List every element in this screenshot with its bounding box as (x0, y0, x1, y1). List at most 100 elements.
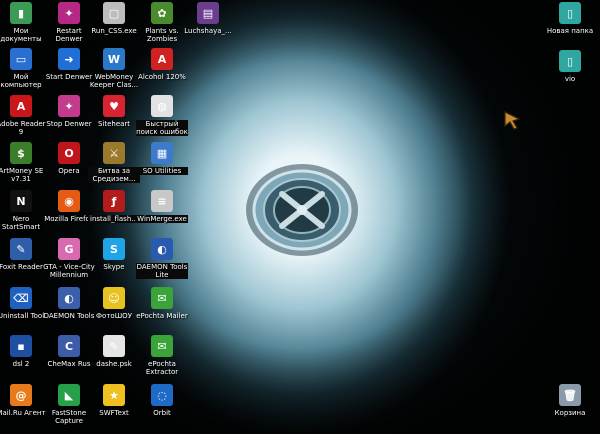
app-icon: ▯ (559, 2, 581, 24)
desktop-icon[interactable]: ▮ Мои документы (0, 2, 47, 43)
desktop-icon[interactable]: 🗑 Корзина (544, 384, 596, 417)
desktop-icon[interactable]: ≡ WinMerge.exe (136, 190, 188, 223)
desktop-icon[interactable]: ♥ Siteheart (88, 95, 140, 128)
desktop-icon[interactable]: ✿ Plants vs. Zombies (136, 2, 188, 43)
desktop-icon-label: Alcohol 120% (138, 73, 186, 81)
desktop-icon-label: dashe.psk (96, 360, 132, 368)
desktop-icon[interactable]: ▯ Новая папка (544, 2, 596, 35)
app-icon: ☺ (103, 287, 125, 309)
app-icon: ▯ (559, 50, 581, 72)
desktop-icon[interactable]: S Skype (88, 238, 140, 271)
app-icon: ✦ (58, 2, 80, 24)
app-icon: ✎ (10, 238, 32, 260)
desktop-icon[interactable]: N Nero StartSmart (0, 190, 47, 231)
desktop-icon-label: DAEMON Tools Lite (136, 263, 188, 279)
app-icon: ➜ (58, 48, 80, 70)
desktop-icon-label: SWFText (99, 409, 129, 417)
desktop-icon[interactable]: ★ SWFText (88, 384, 140, 417)
desktop-icon[interactable]: A Adobe Reader 9 (0, 95, 47, 136)
app-icon: 🗑 (559, 384, 581, 406)
desktop-icon-label: Siteheart (97, 120, 131, 128)
app-icon: ▪ (10, 335, 32, 357)
desktop-icon-label: Мои документы (0, 27, 42, 43)
app-icon: ✉ (151, 287, 173, 309)
desktop-icon-label: Новая папка (546, 27, 594, 35)
desktop-icon-label: Мой компьютер (0, 73, 42, 89)
desktop-icon[interactable]: ▭ Мой компьютер (0, 48, 47, 89)
app-icon: ◉ (58, 190, 80, 212)
desktop-icon-label: Foxit Reader (0, 263, 43, 271)
desktop-icon[interactable]: W WebMoney Keeper Clas... (88, 48, 140, 89)
desktop-icon[interactable]: ✉ ePochta Extractor (136, 335, 188, 376)
desktop-icon-label: WebMoney Keeper Clas... (89, 73, 139, 89)
desktop-icon-label: install_flash... (88, 215, 140, 223)
desktop-icon[interactable]: ◐ DAEMON Tools Lite (136, 238, 188, 279)
mouse-cursor-icon (504, 111, 521, 130)
app-icon: W (103, 48, 125, 70)
desktop-icon[interactable]: ▪ dsl 2 (0, 335, 47, 368)
app-icon: ▤ (197, 2, 219, 24)
app-icon: ◐ (58, 287, 80, 309)
desktop-icon[interactable]: ▤ Luchshaya_... (182, 2, 234, 35)
desktop-icon[interactable]: ◌ Orbit (136, 384, 188, 417)
desktop-icon-label: ФотоШОУ (96, 312, 132, 320)
app-icon: $ (10, 142, 32, 164)
app-icon: N (10, 190, 32, 212)
desktop-icon-label: ePochta Mailer (136, 312, 188, 320)
desktop-icon-label: WinMerge.exe (136, 215, 188, 223)
desktop-icon-label: SO Utilities (136, 167, 188, 175)
desktop-icon[interactable]: ƒ install_flash... (88, 190, 140, 223)
app-icon: @ (10, 384, 32, 406)
desktop-icon[interactable]: ▢ Run_CSS.exe (88, 2, 140, 35)
app-icon: ⚔ (103, 142, 125, 164)
desktop-icon[interactable]: A Alcohol 120% (136, 48, 188, 81)
desktop-icon[interactable]: ◍ Быстрый поиск ошибок (136, 95, 188, 136)
desktop-icon[interactable]: ✎ dashe.psk (88, 335, 140, 368)
app-icon: ◐ (151, 238, 173, 260)
desktop-icon[interactable]: ⌫ Uninstall Tool (0, 287, 47, 320)
desktop-icon-label: Uninstall Tool (0, 312, 45, 320)
desktop-icon-label: Luchshaya_... (184, 27, 232, 35)
desktop-icon[interactable]: $ ArtMoney SE v7.31 (0, 142, 47, 183)
app-icon: ✎ (103, 335, 125, 357)
app-icon: O (58, 142, 80, 164)
desktop-icon-label: Быстрый поиск ошибок (136, 120, 188, 136)
app-icon: G (58, 238, 80, 260)
app-icon: ★ (103, 384, 125, 406)
desktop-icon-label: Битва за Средизем... (88, 167, 140, 183)
desktop-icon[interactable]: ▦ SO Utilities (136, 142, 188, 175)
desktop-icon-label: Orbit (153, 409, 171, 417)
app-icon: ◌ (151, 384, 173, 406)
app-icon: ⌫ (10, 287, 32, 309)
desktop-icon[interactable]: ✉ ePochta Mailer (136, 287, 188, 320)
desktop-icon-label: ArtMoney SE v7.31 (0, 167, 44, 183)
app-icon: ✦ (58, 95, 80, 117)
desktop-icon[interactable]: ✎ Foxit Reader (0, 238, 47, 271)
app-icon: ▮ (10, 2, 32, 24)
app-icon: ✿ (151, 2, 173, 24)
app-icon: ▭ (10, 48, 32, 70)
desktop-icon-label: Nero StartSmart (1, 215, 41, 231)
app-icon: ♥ (103, 95, 125, 117)
app-icon: C (58, 335, 80, 357)
desktop-icon-label: vio (564, 75, 576, 83)
app-icon: ƒ (103, 190, 125, 212)
app-icon: ≡ (151, 190, 173, 212)
desktop-icon-label: ePochta Extractor (145, 360, 179, 376)
desktop-icon-label: Корзина (554, 409, 586, 417)
desktop-icon-label: Mail.Ru Агент (0, 409, 46, 417)
desktop-icon[interactable]: @ Mail.Ru Агент (0, 384, 47, 417)
sink-drain-wallpaper (246, 164, 358, 256)
desktop-icon-label: Skype (103, 263, 125, 271)
app-icon: ▦ (151, 142, 173, 164)
desktop-icon-label: Adobe Reader 9 (0, 120, 46, 136)
desktop-icon-label: dsl 2 (12, 360, 30, 368)
app-icon: A (151, 48, 173, 70)
desktop-icon-label: Plants vs. Zombies (145, 27, 179, 43)
app-icon: ◣ (58, 384, 80, 406)
desktop-icon[interactable]: ⚔ Битва за Средизем... (88, 142, 140, 183)
desktop-icon[interactable]: ▯ vio (544, 50, 596, 83)
app-icon: A (10, 95, 32, 117)
app-icon: S (103, 238, 125, 260)
desktop-icon[interactable]: ☺ ФотоШОУ (88, 287, 140, 320)
